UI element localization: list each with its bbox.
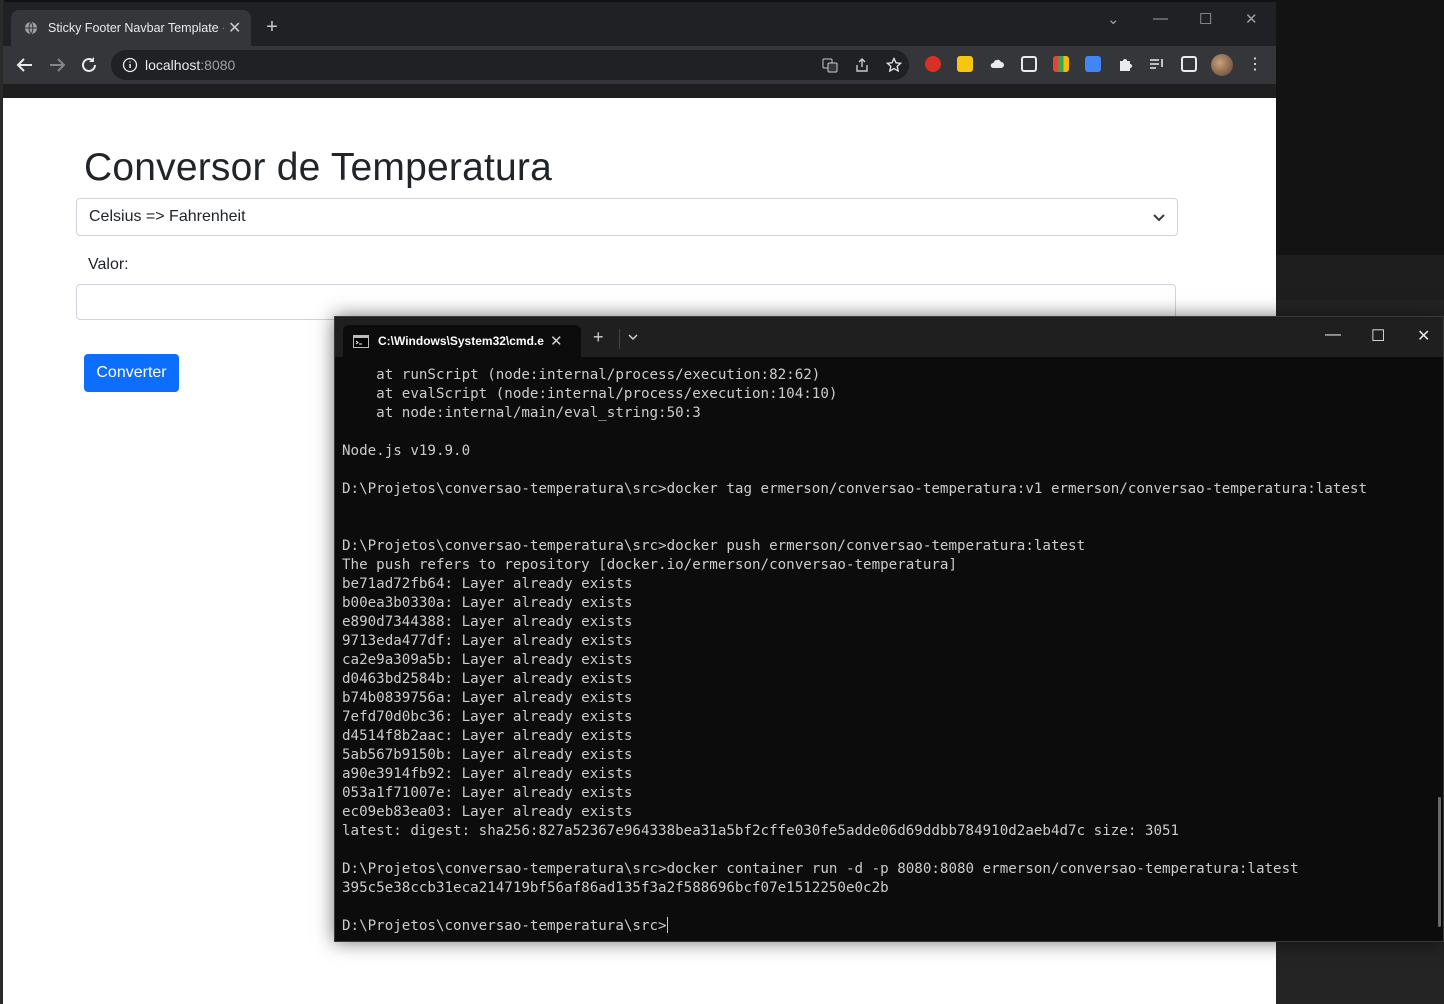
new-tab-button[interactable]: +	[593, 327, 604, 348]
terminal-titlebar: C:\Windows\System32\cmd.e ✕ + — ☐ ✕	[335, 317, 1443, 357]
terminal-line: at runScript (node:internal/process/exec…	[342, 367, 821, 383]
browser-tabbar: Sticky Footer Navbar Template · B ✕ + ⌄ …	[3, 2, 1276, 46]
terminal-line: be71ad72fb64: Layer already exists	[342, 576, 633, 592]
url-host: localhost	[145, 57, 201, 73]
bookmark-star-icon[interactable]	[886, 57, 902, 73]
conversion-select-value: Celsius => Fahrenheit	[89, 208, 246, 225]
chevron-down-icon	[1151, 209, 1167, 225]
terminal-tab[interactable]: C:\Windows\System32\cmd.e ✕	[343, 325, 581, 357]
browser-tab-title: Sticky Footer Navbar Template · B	[48, 21, 224, 35]
terminal-line: 5ab567b9150b: Layer already exists	[342, 747, 633, 763]
keep-extension-icon[interactable]	[957, 56, 973, 72]
terminal-line: 7efd70d0bc36: Layer already exists	[342, 709, 633, 725]
terminal-line: Node.js v19.9.0	[342, 443, 471, 459]
terminal-line: at evalScript (node:internal/process/exe…	[342, 386, 838, 402]
url-port: :8080	[200, 57, 236, 73]
color-extension-icon[interactable]	[1053, 56, 1069, 72]
terminal-line: 395c5e38ccb31eca214719bf56af86ad135f3a2f…	[342, 880, 889, 896]
terminal-line: ec09eb83ea03: Layer already exists	[342, 804, 633, 820]
share-icon[interactable]	[854, 57, 870, 73]
tab-divider	[619, 329, 620, 349]
terminal-line: The push refers to repository [docker.io…	[342, 557, 957, 573]
url-text: localhost:8080	[145, 57, 235, 73]
back-arrow-icon	[16, 58, 32, 72]
terminal-line: D:\Projetos\conversao-temperatura\src>do…	[342, 861, 1299, 877]
terminal-prompt-line[interactable]: D:\Projetos\conversao-temperatura\src>	[342, 917, 1437, 936]
reload-button[interactable]	[78, 54, 100, 76]
terminal-output[interactable]: at runScript (node:internal/process/exec…	[342, 366, 1437, 936]
globe-icon	[24, 21, 38, 35]
forward-arrow-icon	[50, 58, 66, 72]
cloud-extension-icon[interactable]	[989, 56, 1005, 72]
page-navbar	[3, 84, 1276, 98]
terminal-maximize-button[interactable]: ☐	[1371, 326, 1385, 346]
minimize-button[interactable]: —	[1153, 10, 1168, 27]
terminal-prompt: D:\Projetos\conversao-temperatura\src>	[342, 918, 667, 934]
new-tab-button[interactable]: +	[260, 16, 284, 39]
valor-label: Valor:	[88, 256, 129, 273]
terminal-line: a90e3914fb92: Layer already exists	[342, 766, 633, 782]
terminal-minimize-button[interactable]: —	[1325, 326, 1341, 344]
terminal-window: C:\Windows\System32\cmd.e ✕ + — ☐ ✕ at r…	[334, 316, 1444, 942]
dropdown-chevron-icon[interactable]	[627, 331, 639, 343]
profile-avatar[interactable]	[1211, 54, 1233, 76]
side-panel-icon[interactable]	[1181, 56, 1197, 72]
browser-toolbar: localhost:8080 ⋮	[3, 46, 1276, 84]
text-cursor	[666, 917, 668, 933]
valor-input[interactable]	[76, 284, 1176, 320]
info-icon[interactable]	[122, 57, 138, 73]
google-translate-extension-icon[interactable]	[1085, 56, 1101, 72]
forward-button[interactable]	[46, 54, 68, 76]
terminal-line: b00ea3b0330a: Layer already exists	[342, 595, 633, 611]
menu-kebab-icon[interactable]: ⋮	[1247, 54, 1263, 73]
terminal-line: e890d7344388: Layer already exists	[342, 614, 633, 630]
reload-icon	[82, 57, 96, 72]
back-button[interactable]	[14, 54, 36, 76]
cmd-icon	[353, 334, 369, 348]
address-bar[interactable]: localhost:8080	[111, 50, 909, 80]
terminal-line: d4514f8b2aac: Layer already exists	[342, 728, 633, 744]
terminal-line: at node:internal/main/eval_string:50:3	[342, 405, 701, 421]
terminal-scrollbar[interactable]	[1438, 797, 1441, 927]
translate-icon[interactable]	[822, 57, 838, 73]
terminal-close-button[interactable]: ✕	[1417, 326, 1430, 346]
terminal-line: D:\Projetos\conversao-temperatura\src>do…	[342, 538, 1086, 554]
terminal-line: b74b0839756a: Layer already exists	[342, 690, 633, 706]
terminal-line: ca2e9a309a5b: Layer already exists	[342, 652, 633, 668]
close-tab-icon[interactable]: ✕	[228, 18, 241, 38]
terminal-line: 9713eda477df: Layer already exists	[342, 633, 633, 649]
maximize-button[interactable]: ☐	[1199, 10, 1212, 28]
tab-search-icon[interactable]: ⌄	[1107, 10, 1120, 28]
close-window-button[interactable]: ✕	[1245, 10, 1258, 28]
terminal-line: D:\Projetos\conversao-temperatura\src>do…	[342, 481, 1367, 497]
media-queue-icon[interactable]	[1149, 56, 1165, 72]
converter-button[interactable]: Converter	[84, 354, 179, 392]
adblock-extension-icon[interactable]	[925, 56, 941, 72]
page-title: Conversor de Temperatura	[84, 146, 552, 189]
conversion-select[interactable]: Celsius => Fahrenheit	[76, 198, 1178, 236]
extensions-puzzle-icon[interactable]	[1117, 56, 1133, 72]
terminal-line: d0463bd2584b: Layer already exists	[342, 671, 633, 687]
browser-tab[interactable]: Sticky Footer Navbar Template · B ✕	[11, 10, 251, 46]
terminal-line: latest: digest: sha256:827a52367e964338b…	[342, 823, 1180, 839]
terminal-line: 053a1f71007e: Layer already exists	[342, 785, 633, 801]
window-extension-icon[interactable]	[1021, 56, 1037, 72]
close-tab-icon[interactable]: ✕	[550, 332, 563, 350]
terminal-tab-title: C:\Windows\System32\cmd.e	[378, 334, 544, 348]
